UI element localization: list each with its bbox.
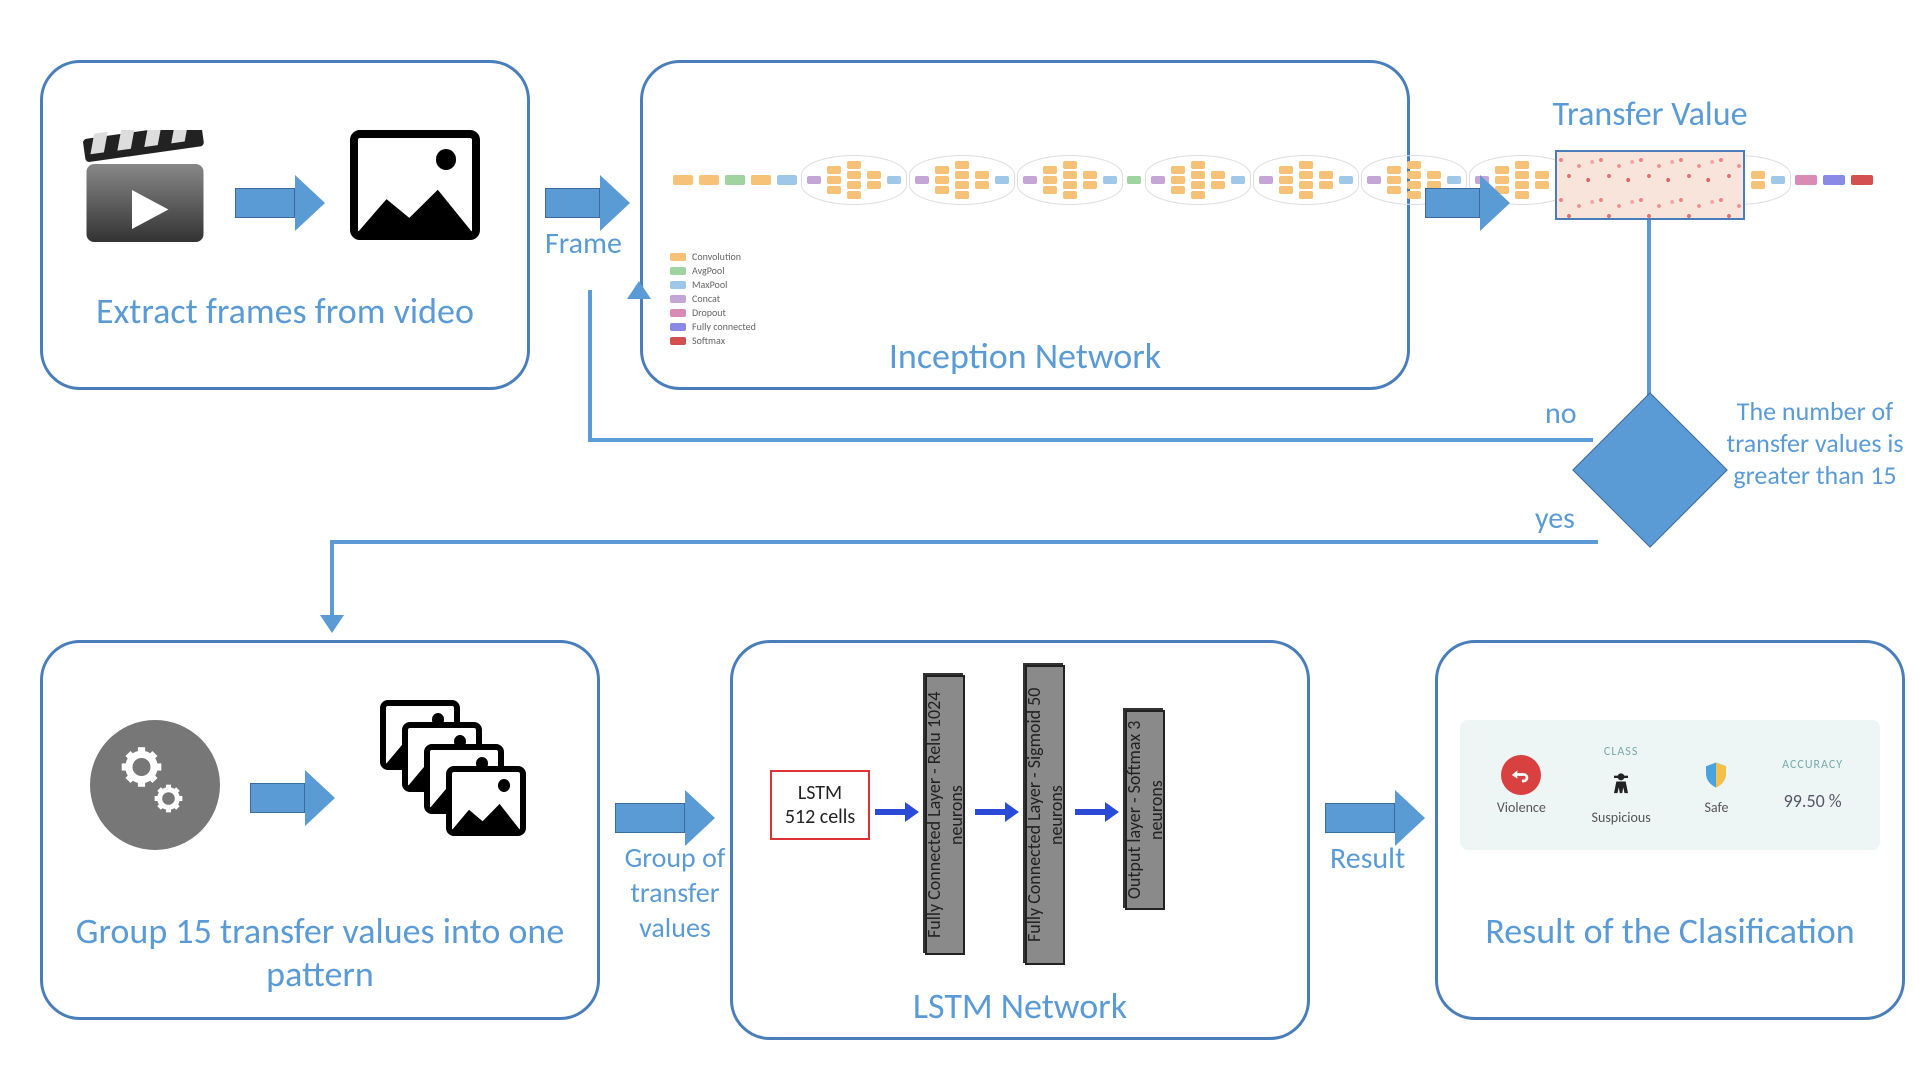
arrowhead-icon xyxy=(627,281,651,299)
result-caption: Result of the Clasification xyxy=(1445,910,1895,953)
class-label: Suspicious xyxy=(1592,809,1651,826)
lstm-caption: LSTM Network xyxy=(730,985,1310,1028)
result-panel: Violence CLASS Suspicious Safe ACCURACY … xyxy=(1460,720,1880,850)
clapperboard-icon xyxy=(80,130,210,250)
class-label: Violence xyxy=(1497,799,1546,816)
lstm-network-box xyxy=(730,640,1310,1040)
arrow-icon xyxy=(250,770,335,826)
legend-item: Dropout xyxy=(692,306,726,319)
decision-no-label: no xyxy=(1545,395,1577,432)
decision-yes-label: yes xyxy=(1535,500,1575,537)
result-arrow-label: Result xyxy=(1330,840,1405,877)
decision-diamond xyxy=(1572,392,1728,548)
arrow-icon xyxy=(545,175,630,231)
output-softmax-layer: Output layer - Softmax 3 neurons xyxy=(1125,710,1165,910)
arrow-icon xyxy=(1075,802,1119,822)
legend-item: MaxPool xyxy=(692,278,727,291)
arrow-icon xyxy=(615,790,715,846)
arrow-icon xyxy=(235,175,325,231)
connector-line xyxy=(330,540,1598,544)
lstm-cell-block: LSTM 512 cells xyxy=(770,770,870,840)
image-frame-icon xyxy=(350,130,480,240)
connector-line xyxy=(588,290,592,442)
fc-sigmoid-layer: Fully Connected Layer - Sigmoid 50 neuro… xyxy=(1025,665,1065,965)
safe-icon xyxy=(1696,755,1736,795)
inception-architecture-graphic: /*loop placeholder*/ xyxy=(670,120,1390,240)
arrow-icon xyxy=(975,802,1019,822)
legend-item: Fully connected xyxy=(692,320,756,333)
legend-item: AvgPool xyxy=(692,264,725,277)
frame-arrow-label: Frame xyxy=(545,225,622,262)
accuracy-value: 99.50 % xyxy=(1784,790,1842,812)
fc-relu-layer: Fully Connected Layer - Relu 1024 neuron… xyxy=(925,675,965,955)
connector-line xyxy=(588,438,1593,442)
arrow-icon xyxy=(1325,790,1425,846)
arrowhead-icon xyxy=(320,615,344,633)
connector-line xyxy=(330,540,334,620)
legend-item: Convolution xyxy=(692,250,741,263)
class-header: CLASS xyxy=(1604,745,1638,759)
inception-legend: Convolution AvgPool MaxPool Concat Dropo… xyxy=(670,250,756,347)
image-stack-icon xyxy=(380,700,540,850)
arrow-icon xyxy=(875,802,919,822)
transfer-value-graphic xyxy=(1555,150,1745,220)
arrow-icon xyxy=(1425,175,1510,231)
accuracy-header: ACCURACY xyxy=(1782,758,1843,772)
inception-caption: Inception Network xyxy=(640,335,1410,378)
gears-icon xyxy=(90,720,220,850)
connector-line xyxy=(1647,220,1651,410)
extract-frames-caption: Extract frames from video xyxy=(50,290,520,333)
suspicious-icon xyxy=(1601,765,1641,805)
legend-item: Concat xyxy=(692,292,720,305)
group-caption: Group 15 transfer values into one patter… xyxy=(50,910,590,996)
group-arrow-label: Group of transfer values xyxy=(600,840,750,945)
violence-icon xyxy=(1501,755,1541,795)
transfer-value-label: Transfer Value xyxy=(1520,95,1780,136)
class-label: Safe xyxy=(1704,799,1728,816)
decision-text: The number of transfer values is greater… xyxy=(1720,395,1910,491)
